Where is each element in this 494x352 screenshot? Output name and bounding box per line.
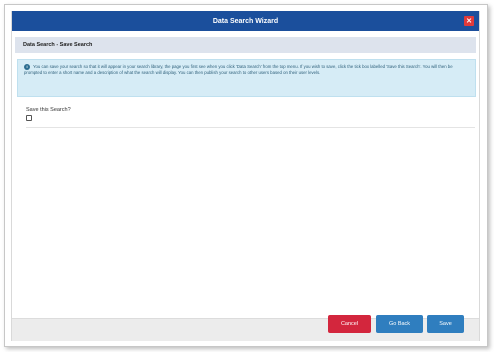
close-icon[interactable]: ✕: [464, 16, 474, 26]
section-header: Data Search - Save Search: [15, 37, 476, 53]
save-search-checkbox[interactable]: [26, 115, 32, 121]
data-search-wizard-dialog: Data Search Wizard ✕ Data Search - Save …: [11, 11, 480, 341]
save-button[interactable]: Save: [427, 315, 464, 333]
info-message: i You can save your search so that it wil…: [17, 59, 476, 97]
dialog-title-bar: Data Search Wizard ✕: [12, 11, 479, 31]
save-search-label: Save this Search?: [26, 107, 71, 113]
info-icon: i: [24, 64, 30, 70]
info-text: You can save your search so that it will…: [24, 64, 453, 76]
section-title: Data Search - Save Search: [23, 42, 93, 48]
dialog-title: Data Search Wizard: [212, 17, 279, 25]
cancel-button[interactable]: Cancel: [328, 315, 371, 333]
divider: [26, 127, 475, 128]
go-back-button[interactable]: Go Back: [376, 315, 423, 333]
